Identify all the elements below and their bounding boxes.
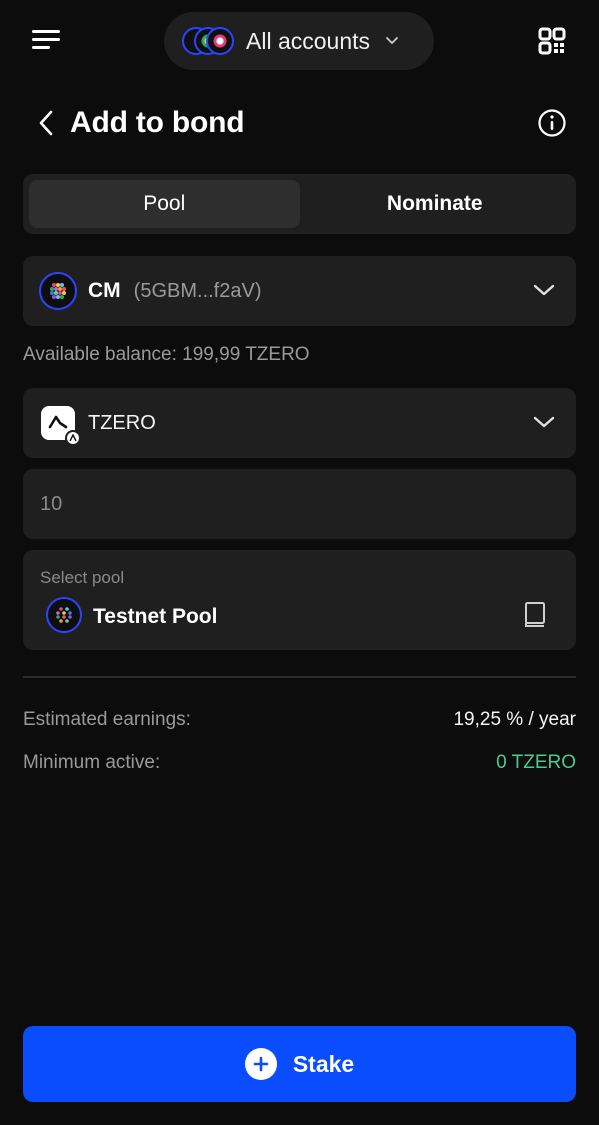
tab-nominate[interactable]: Nominate <box>300 180 571 228</box>
minimum-active-value: 0 TZERO <box>496 752 576 773</box>
network-badge-icon <box>65 430 81 446</box>
estimated-earnings-row: Estimated earnings: 19,25 % / year <box>23 709 576 731</box>
account-avatar-icon <box>39 272 77 310</box>
page-title: Add to bond <box>70 106 245 139</box>
account-selector[interactable]: CM (5GBM...f2aV) <box>23 256 576 326</box>
amount-input[interactable] <box>23 469 576 539</box>
top-bar: All accounts <box>0 0 599 84</box>
book-icon[interactable] <box>523 601 547 629</box>
chevron-down-icon <box>533 416 555 428</box>
pool-label: Select pool <box>40 568 125 587</box>
plus-circle-icon <box>244 1048 277 1080</box>
staking-mode-tabs: Pool Nominate <box>23 174 576 234</box>
pool-name: Testnet Pool <box>93 605 218 628</box>
account-address: (5GBM...f2aV) <box>133 279 262 302</box>
tab-pool[interactable]: Pool <box>29 180 300 228</box>
pool-selector[interactable]: Select pool Testnet Pool <box>23 550 576 650</box>
minimum-active-label: Minimum active: <box>23 752 161 773</box>
stake-button-label: Stake <box>292 1050 355 1077</box>
account-switcher[interactable]: All accounts <box>164 12 434 70</box>
amount-field <box>23 469 576 539</box>
info-icon[interactable] <box>537 108 567 138</box>
qr-code-icon[interactable] <box>538 27 566 55</box>
available-balance-value: 199,99 TZERO <box>182 344 310 365</box>
add-to-bond-screen: All accounts Add to bond Pool Nominate C… <box>0 0 599 1125</box>
chevron-down-icon <box>533 284 555 296</box>
menu-icon[interactable] <box>30 26 64 54</box>
back-button[interactable] <box>34 108 58 138</box>
available-balance-label: Available balance: <box>23 344 177 365</box>
estimated-earnings-value: 19,25 % / year <box>453 709 576 730</box>
estimated-earnings-label: Estimated earnings: <box>23 709 191 730</box>
chevron-down-icon <box>386 37 398 44</box>
divider <box>23 676 576 678</box>
pool-avatar-icon <box>46 597 82 633</box>
stake-button[interactable]: Stake <box>23 1026 576 1102</box>
available-balance: Available balance: 199,99 TZERO <box>23 344 310 366</box>
minimum-active-row: Minimum active: 0 TZERO <box>23 752 576 774</box>
chevron-left-icon <box>39 110 53 136</box>
token-name: TZERO <box>88 411 156 434</box>
token-logo-icon <box>41 406 81 446</box>
token-selector[interactable]: TZERO <box>23 388 576 458</box>
account-name: CM <box>88 279 121 302</box>
account-switcher-label: All accounts <box>246 27 371 54</box>
account-avatars <box>182 26 238 56</box>
